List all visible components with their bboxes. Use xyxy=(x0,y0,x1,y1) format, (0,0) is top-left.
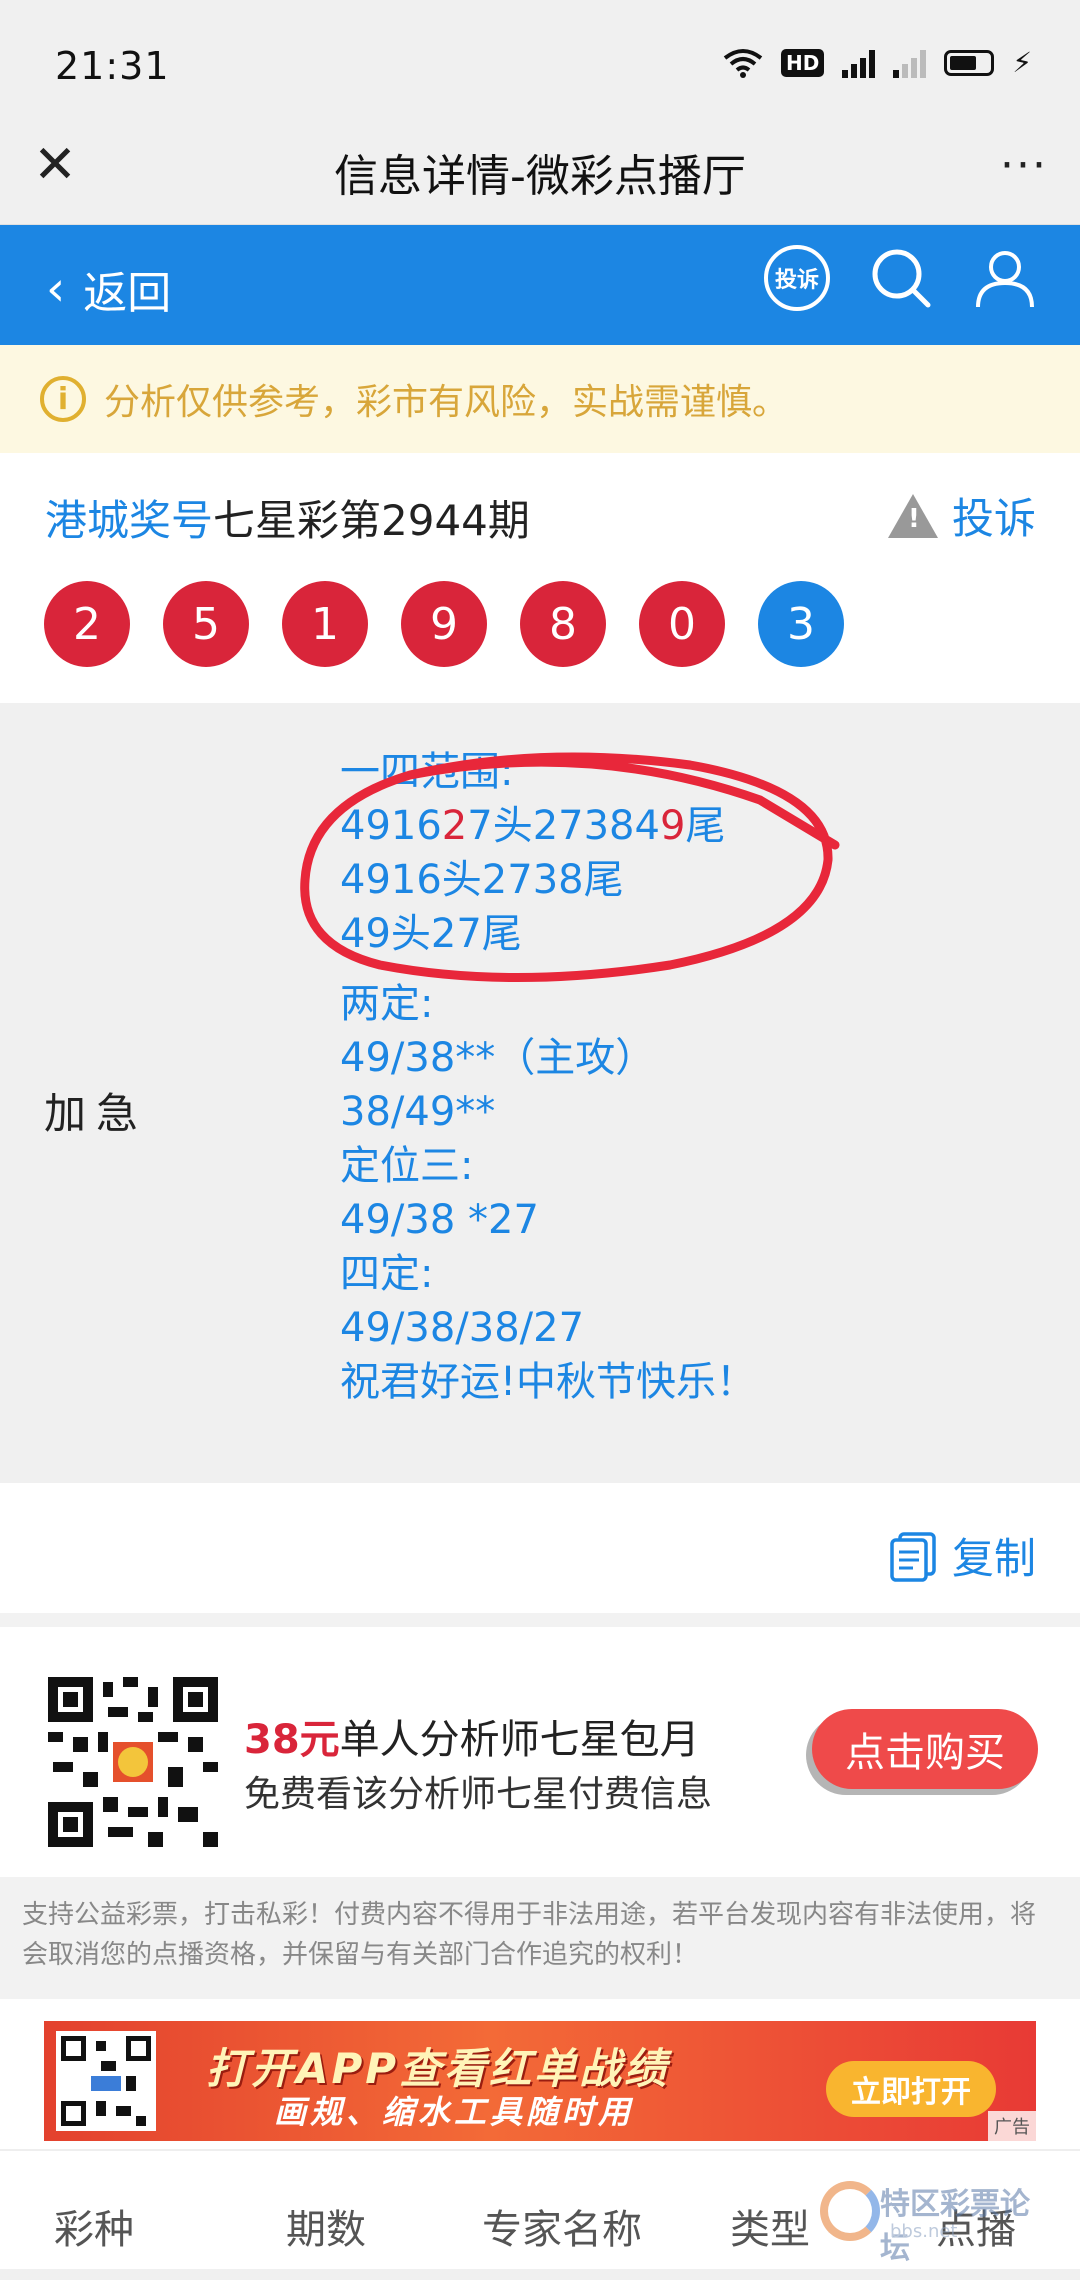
urgent-label: 加急 xyxy=(44,1089,149,1138)
column-header: 类型 xyxy=(730,2207,810,2253)
wifi-icon xyxy=(723,48,763,78)
copy-button[interactable]: 复制 xyxy=(888,1525,1036,1586)
complain-label: 投诉 xyxy=(951,494,1036,543)
number-ball: 8 xyxy=(520,581,606,667)
subscription-promo: 38元单人分析师七星包月 免费看该分析师七星付费信息 点击购买 xyxy=(0,1627,1080,1877)
number-ball: 0 xyxy=(639,581,725,667)
nav-bar: ‹ 返回 投诉 xyxy=(0,225,1080,345)
copy-label: 复制 xyxy=(951,1534,1036,1583)
chevron-left-icon: ‹ xyxy=(46,261,66,317)
status-bar: 21:31 HD ⚡ xyxy=(0,0,1080,130)
ad-open-button[interactable]: 立即打开 xyxy=(826,2061,996,2117)
pick-line: 两定: xyxy=(340,981,434,1027)
copy-icon xyxy=(890,1531,936,1582)
number-ball: 9 xyxy=(401,581,487,667)
special-number-ball: 3 xyxy=(758,581,844,667)
ad-subline: 画规、缩水工具随时用 xyxy=(274,2093,635,2131)
info-icon: i xyxy=(40,376,86,422)
qr-code xyxy=(48,1677,218,1847)
copy-row: 复制 xyxy=(0,1483,1080,1613)
user-icon[interactable] xyxy=(972,245,1038,311)
status-icons: HD ⚡ xyxy=(723,46,1032,79)
risk-notice: i 分析仅供参考，彩市有风险，实战需谨慎。 xyxy=(0,345,1080,453)
promo-subtitle: 免费看该分析师七星付费信息 xyxy=(244,1774,713,1815)
ad-tag: 广告 xyxy=(988,2111,1036,2141)
promo-price: 38元 xyxy=(244,1717,340,1763)
search-icon[interactable] xyxy=(868,245,934,311)
complain-button[interactable]: 投诉 xyxy=(764,245,830,311)
signal-4g-icon xyxy=(842,48,876,78)
column-header: 彩种 xyxy=(54,2207,134,2253)
pick-line: 38/49** xyxy=(340,1089,496,1135)
table-header: 彩种 期数 专家名称 类型 点播 特区彩票论坛 bbs.net xyxy=(0,2149,1080,2269)
watermark: 特区彩票论坛 bbs.net xyxy=(820,2171,1050,2266)
ad-area: 打开APP查看红单战绩 画规、缩水工具随时用 立即打开 广告 xyxy=(0,1999,1080,2149)
result-source-link[interactable]: 港城奖号 xyxy=(45,496,213,545)
pick-line: 定位三: xyxy=(340,1143,474,1189)
analysis-content: 加急 一四范围: 491627头273849尾 4916头2738尾 49头27… xyxy=(0,703,1080,1483)
battery-icon xyxy=(944,49,995,76)
number-ball: 2 xyxy=(44,581,130,667)
column-header: 期数 xyxy=(286,2207,366,2253)
signal-weak-icon xyxy=(893,48,927,78)
pick-line: 祝君好运!中秋节快乐！ xyxy=(340,1359,757,1405)
hand-drawn-circle xyxy=(300,752,840,982)
promo-title: 38元单人分析师七星包月 xyxy=(244,1717,700,1763)
number-ball: 1 xyxy=(282,581,368,667)
complain-link[interactable]: ! 投诉 xyxy=(887,485,1036,546)
ad-qr-code xyxy=(56,2031,156,2131)
number-ball: 5 xyxy=(163,581,249,667)
warning-icon: ! xyxy=(887,493,938,538)
divider xyxy=(0,1613,1080,1627)
result-title: 港城奖号七星彩第2944期 xyxy=(45,487,530,548)
draw-result: 港城奖号七星彩第2944期 ! 投诉 2 5 1 9 8 0 3 xyxy=(0,453,1080,703)
column-header: 专家名称 xyxy=(482,2207,642,2253)
back-label: 返回 xyxy=(83,268,172,319)
pick-line: 49/38/38/27 xyxy=(340,1305,585,1351)
charging-icon: ⚡ xyxy=(1012,46,1032,79)
pick-line: 49/38**（主攻） xyxy=(340,1035,656,1081)
watermark-sub: bbs.net xyxy=(890,2221,958,2242)
hd-badge: HD xyxy=(780,48,825,77)
notice-text: 分析仅供参考，彩市有风险，实战需谨慎。 xyxy=(104,382,789,423)
result-issue: 七星彩第2944期 xyxy=(213,496,530,545)
ad-banner[interactable]: 打开APP查看红单战绩 画规、缩水工具随时用 立即打开 广告 xyxy=(44,2021,1036,2141)
nav-actions: 投诉 xyxy=(764,245,1038,311)
page: 21:31 HD ⚡ ✕ 信息详情-微彩点播厅 ··· ‹ 返回 投诉 i 分析… xyxy=(0,0,1080,2280)
watermark-logo-icon xyxy=(820,2181,880,2241)
status-time: 21:31 xyxy=(55,44,170,88)
title-bar: ✕ 信息详情-微彩点播厅 ··· xyxy=(0,130,1080,225)
buy-button[interactable]: 点击购买 xyxy=(812,1709,1038,1789)
back-button[interactable]: ‹ 返回 xyxy=(46,257,171,321)
number-balls: 2 5 1 9 8 0 3 xyxy=(44,581,844,667)
pick-line: 49/38 *27 xyxy=(340,1197,539,1243)
pick-line: 四定: xyxy=(340,1251,434,1297)
page-title: 信息详情-微彩点播厅 xyxy=(334,151,746,202)
more-options-button[interactable]: ··· xyxy=(1000,140,1048,191)
disclaimer: 支持公益彩票，打击私彩！付费内容不得用于非法用途，若平台发现内容有非法使用，将会… xyxy=(0,1877,1080,1999)
